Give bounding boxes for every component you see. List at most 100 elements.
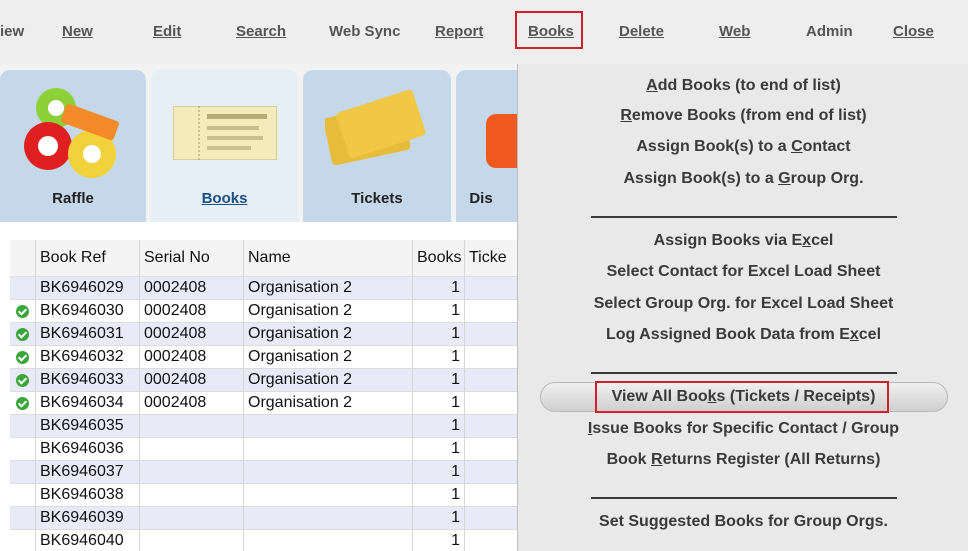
menu-separator <box>591 372 897 374</box>
name-cell <box>244 461 413 484</box>
menu-delete[interactable]: Delete <box>619 22 664 42</box>
check-icon <box>16 328 29 341</box>
books-cell: 1 <box>413 530 465 551</box>
select-group-excel-item[interactable]: Select Group Org. for Excel Load Sheet <box>518 293 968 315</box>
menu-new[interactable]: New <box>62 22 93 42</box>
name-cell: Organisation 2 <box>244 346 413 369</box>
book-ref-cell: BK6946036 <box>36 438 140 461</box>
tab-raffle[interactable]: Raffle <box>0 70 146 222</box>
book-ref-cell: BK6946034 <box>36 392 140 415</box>
remove-books-item[interactable]: Remove Books (from end of list) <box>518 105 968 127</box>
mnemonic-letter: x <box>849 326 859 343</box>
table-row[interactable]: BK6946036 1 <box>10 438 528 461</box>
menu-edit[interactable]: Edit <box>153 22 181 42</box>
raffle-book-icon <box>173 106 277 160</box>
status-cell <box>10 392 36 415</box>
check-icon <box>16 305 29 318</box>
col-name-header[interactable]: Name <box>244 240 413 277</box>
table-row[interactable]: BK6946040 1 <box>10 530 528 551</box>
table-row[interactable]: BK6946030 0002408 Organisation 21 <box>10 300 528 323</box>
name-cell <box>244 438 413 461</box>
status-cell <box>10 507 36 530</box>
serial-no-cell <box>140 461 244 484</box>
book-ref-cell: BK6946038 <box>36 484 140 507</box>
books-cell: 1 <box>413 277 465 300</box>
menu-close[interactable]: Close <box>893 22 934 42</box>
books-cell: 1 <box>413 415 465 438</box>
books-cell: 1 <box>413 300 465 323</box>
mnemonic-letter: I <box>587 420 593 437</box>
books-cell: 1 <box>413 392 465 415</box>
col-serial-header[interactable]: Serial No <box>140 240 244 277</box>
books-dropdown-menu: Add Books (to end of list) Remove Books … <box>517 64 968 551</box>
menu-search[interactable]: Search <box>236 22 286 42</box>
status-cell <box>10 369 36 392</box>
table-row[interactable]: BK6946035 1 <box>10 415 528 438</box>
book-ref-cell: BK6946031 <box>36 323 140 346</box>
status-cell <box>10 323 36 346</box>
table-row[interactable]: BK6946039 1 <box>10 507 528 530</box>
tab-books[interactable]: Books <box>151 70 298 222</box>
select-contact-excel-item[interactable]: Select Contact for Excel Load Sheet <box>518 261 968 283</box>
col-books-header[interactable]: Books <box>413 240 465 277</box>
books-cell: 1 <box>413 484 465 507</box>
set-suggested-books-item[interactable]: Set Suggested Books for Group Orgs. <box>518 511 968 533</box>
books-cell: 1 <box>413 369 465 392</box>
name-cell: Organisation 2 <box>244 392 413 415</box>
log-assigned-excel-item[interactable]: Log Assigned Book Data from Excel <box>518 324 968 346</box>
book-ref-cell: BK6946033 <box>36 369 140 392</box>
assign-via-excel-item[interactable]: Assign Books via Excel <box>518 230 968 252</box>
book-ref-cell: BK6946032 <box>36 346 140 369</box>
menu-web-sync[interactable]: Web Sync <box>329 22 400 42</box>
view-all-books-item[interactable]: View All Books (Tickets / Receipts) <box>518 386 968 408</box>
table-row[interactable]: BK6946032 0002408 Organisation 21 <box>10 346 528 369</box>
mnemonic-letter: x <box>802 232 812 249</box>
assign-to-group-item[interactable]: Assign Book(s) to a Group Org. <box>518 168 968 190</box>
table-row[interactable]: BK6946031 0002408 Organisation 21 <box>10 323 528 346</box>
book-ref-cell: BK6946030 <box>36 300 140 323</box>
check-icon <box>16 351 29 364</box>
serial-no-cell <box>140 507 244 530</box>
status-cell <box>10 346 36 369</box>
mnemonic-letter: k <box>707 388 717 405</box>
status-cell <box>10 277 36 300</box>
add-books-item[interactable]: Add Books (to end of list) <box>518 75 968 97</box>
serial-no-cell: 0002408 <box>140 300 244 323</box>
mnemonic-letter: G <box>778 170 791 187</box>
check-icon <box>16 374 29 387</box>
status-cell <box>10 461 36 484</box>
name-cell <box>244 484 413 507</box>
table-row[interactable]: BK6946033 0002408 Organisation 21 <box>10 369 528 392</box>
menu-separator <box>591 216 897 218</box>
books-cell: 1 <box>413 438 465 461</box>
ticket-icon <box>325 89 425 166</box>
menu-report[interactable]: Report <box>435 22 483 42</box>
assign-to-contact-item[interactable]: Assign Book(s) to a Contact <box>518 136 968 158</box>
table-row[interactable]: BK6946029 0002408 Organisation 21 <box>10 277 528 300</box>
table-row[interactable]: BK6946034 0002408 Organisation 21 <box>10 392 528 415</box>
col-book-ref-header[interactable]: Book Ref <box>36 240 140 277</box>
serial-no-cell: 0002408 <box>140 323 244 346</box>
books-grid: Book Ref Serial No Name Books Ticke BK69… <box>10 240 528 551</box>
mnemonic-letter: C <box>791 138 803 155</box>
menu-admin[interactable]: Admin <box>806 22 853 42</box>
status-cell <box>10 300 36 323</box>
menu-view[interactable]: iew <box>0 22 24 42</box>
book-ref-cell: BK6946040 <box>36 530 140 551</box>
status-cell <box>10 484 36 507</box>
book-ref-cell: BK6946035 <box>36 415 140 438</box>
issue-books-item[interactable]: Issue Books for Specific Contact / Group <box>518 418 968 440</box>
name-cell <box>244 530 413 551</box>
name-cell <box>244 507 413 530</box>
check-icon <box>16 397 29 410</box>
book-returns-register-item[interactable]: Book Returns Register (All Returns) <box>518 449 968 471</box>
col-status-header <box>10 240 36 277</box>
menu-web[interactable]: Web <box>719 22 750 42</box>
menu-separator <box>591 497 897 499</box>
book-ref-cell: BK6946029 <box>36 277 140 300</box>
books-cell: 1 <box>413 507 465 530</box>
serial-no-cell: 0002408 <box>140 392 244 415</box>
tab-raffle-label: Raffle <box>52 190 94 207</box>
table-row[interactable]: BK6946038 1 <box>10 484 528 507</box>
table-row[interactable]: BK6946037 1 <box>10 461 528 484</box>
